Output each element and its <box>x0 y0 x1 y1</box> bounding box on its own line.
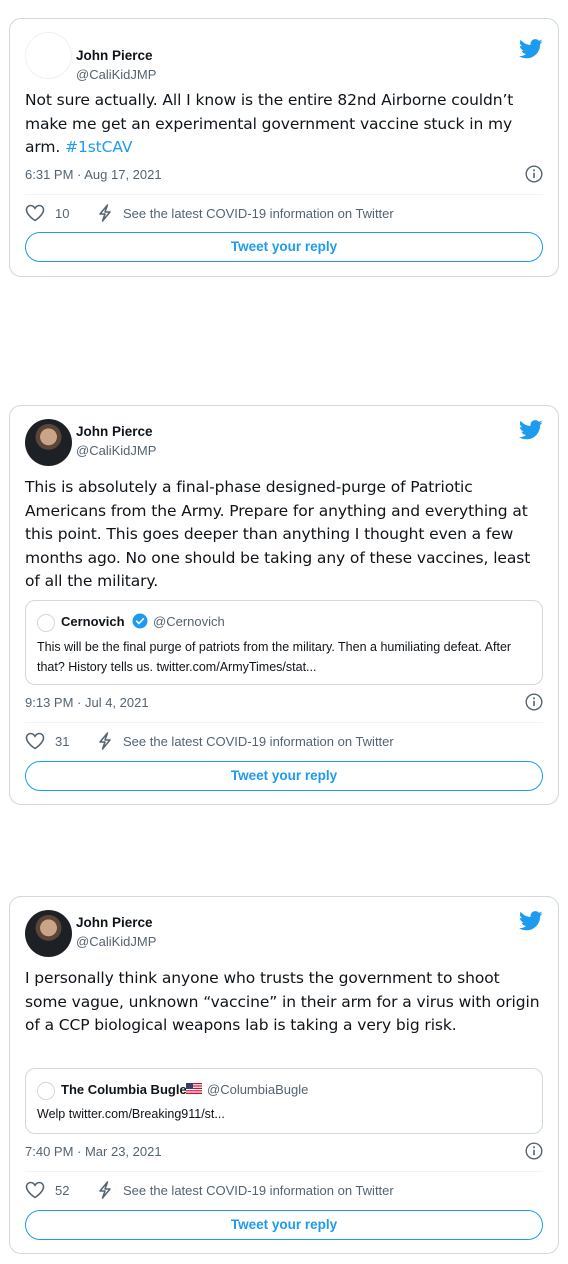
twitter-bird-icon[interactable] <box>519 420 543 440</box>
us-flag-icon <box>186 1083 202 1094</box>
quoted-tweet[interactable]: The Columbia Bugle @ColumbiaBugle Welp t… <box>25 1068 543 1134</box>
tweet-reply-button[interactable]: Tweet your reply <box>25 1210 543 1240</box>
author-handle[interactable]: @CaliKidJMP <box>76 67 156 82</box>
author-display-name[interactable]: John Pierce <box>76 48 153 63</box>
divider <box>25 1171 543 1172</box>
covid-info-link[interactable]: See the latest COVID-19 information on T… <box>123 1183 394 1198</box>
author-display-name[interactable]: John Pierce <box>76 915 153 930</box>
tweet-text: I personally think anyone who trusts the… <box>25 969 540 1034</box>
hashtag-link[interactable]: #1stCAV <box>65 138 132 156</box>
author-handle[interactable]: @CaliKidJMP <box>76 934 156 949</box>
heart-icon[interactable] <box>25 732 45 750</box>
lightning-bolt-icon <box>97 732 113 750</box>
quoted-tweet[interactable]: Cernovich @Cernovich This will be the fi… <box>25 600 543 685</box>
lightning-bolt-icon <box>97 204 113 222</box>
quoted-avatar <box>37 614 55 632</box>
tweet-card[interactable]: John Pierce @CaliKidJMP I personally thi… <box>9 896 559 1254</box>
tweet-reply-button[interactable]: Tweet your reply <box>25 232 543 262</box>
quoted-tweet-text: This will be the final purge of patriots… <box>37 640 512 674</box>
divider <box>25 722 543 723</box>
tweet-text: Not sure actually. All I know is the ent… <box>25 89 544 160</box>
like-count: 52 <box>55 1183 70 1198</box>
tweet-reply-button[interactable]: Tweet your reply <box>25 761 543 791</box>
like-count: 10 <box>55 206 70 221</box>
divider <box>25 194 543 195</box>
covid-info-link[interactable]: See the latest COVID-19 information on T… <box>123 734 394 749</box>
avatar[interactable] <box>25 32 72 79</box>
lightning-bolt-icon <box>97 1181 113 1199</box>
heart-icon[interactable] <box>25 204 45 222</box>
quoted-author-name: The Columbia Bugle <box>61 1082 187 1097</box>
tweet-card[interactable]: John Pierce @CaliKidJMP This is absolute… <box>9 405 559 805</box>
quoted-author-handle: @Cernovich <box>153 614 225 629</box>
avatar[interactable] <box>25 910 72 957</box>
tweet-timestamp[interactable]: 6:31 PM · Aug 17, 2021 <box>25 167 162 182</box>
info-icon[interactable] <box>525 165 543 183</box>
quoted-tweet-text: Welp twitter.com/Breaking911/st... <box>37 1107 225 1121</box>
author-handle[interactable]: @CaliKidJMP <box>76 443 156 458</box>
quoted-avatar <box>37 1082 55 1100</box>
covid-info-link[interactable]: See the latest COVID-19 information on T… <box>123 206 394 221</box>
twitter-bird-icon[interactable] <box>519 911 543 931</box>
verified-badge-icon <box>132 613 148 629</box>
tweet-card[interactable]: John Pierce @CaliKidJMP Not sure actuall… <box>9 18 559 277</box>
like-count: 31 <box>55 734 70 749</box>
quoted-author-handle: @ColumbiaBugle <box>207 1082 309 1097</box>
avatar[interactable] <box>25 419 72 466</box>
twitter-bird-icon[interactable] <box>519 39 543 59</box>
info-icon[interactable] <box>525 1142 543 1160</box>
tweet-timestamp[interactable]: 9:13 PM · Jul 4, 2021 <box>25 695 149 710</box>
heart-icon[interactable] <box>25 1181 45 1199</box>
quoted-author-name: Cernovich <box>61 614 125 629</box>
author-display-name[interactable]: John Pierce <box>76 424 153 439</box>
tweet-timestamp[interactable]: 7:40 PM · Mar 23, 2021 <box>25 1144 162 1159</box>
tweet-text: This is absolutely a final-phase designe… <box>25 478 531 590</box>
info-icon[interactable] <box>525 693 543 711</box>
